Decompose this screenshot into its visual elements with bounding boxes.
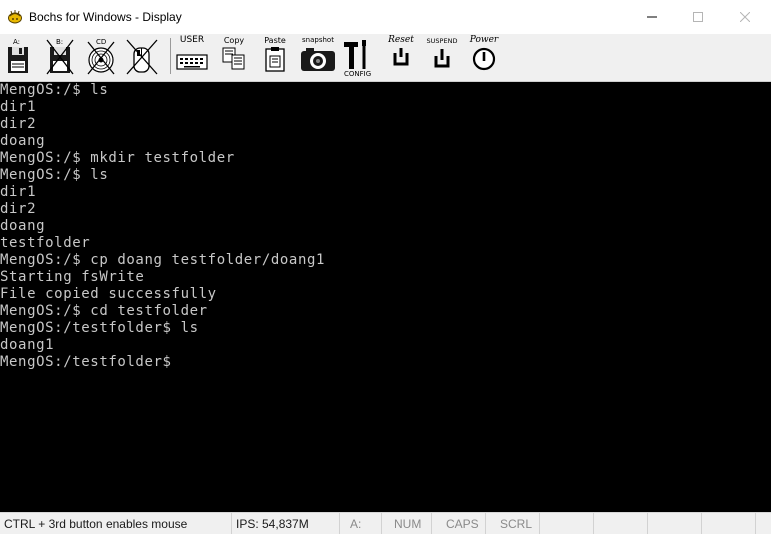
paste-label: Paste	[264, 36, 286, 45]
console-line: MengOS:/$ ls	[0, 167, 109, 183]
status-scrl: SCRL	[486, 513, 540, 534]
floppy-a-icon: A:	[8, 38, 28, 73]
maximize-button[interactable]	[675, 0, 721, 34]
console-line: doang1	[0, 337, 55, 353]
status-ips: IPS: 54,837M	[232, 513, 340, 534]
svg-text:B:: B:	[56, 38, 63, 46]
config-icon: CONFIG	[344, 40, 371, 76]
console-line: testfolder	[0, 235, 91, 251]
console-line: dir2	[0, 116, 37, 132]
status-empty-cell	[540, 513, 594, 534]
cdrom-button[interactable]: CD	[85, 36, 117, 78]
close-button[interactable]	[722, 0, 768, 34]
power-button[interactable]: Power	[466, 36, 502, 78]
config-button[interactable]: CONFIG	[342, 36, 376, 78]
console-line: MengOS:/$ cd testfolder	[0, 303, 208, 319]
paste-icon	[265, 47, 285, 72]
console-line: File copied successfully	[0, 286, 217, 302]
vga-console-display[interactable]: MengOS:/$ ls dir1 dir2 doang MengOS:/$ m…	[0, 82, 771, 512]
console-line: MengOS:/$ ls	[0, 82, 109, 98]
mouse-capture-button[interactable]	[125, 36, 159, 78]
cdrom-icon: CD	[87, 38, 115, 75]
reset-icon	[393, 48, 409, 66]
reset-button[interactable]: Reset	[384, 36, 418, 78]
toolbar-separator	[170, 38, 171, 74]
mouse-capture-icon	[126, 39, 158, 75]
status-empty-cell	[594, 513, 648, 534]
close-icon	[740, 12, 750, 22]
status-bar: CTRL + 3rd button enables mouse IPS: 54,…	[0, 512, 771, 534]
svg-text:CONFIG: CONFIG	[344, 70, 371, 76]
status-empty-cell	[648, 513, 702, 534]
svg-text:CD: CD	[96, 38, 106, 46]
console-prompt-line: MengOS:/testfolder$	[0, 354, 172, 370]
status-drive-a: A:	[340, 513, 382, 534]
maximize-icon	[693, 12, 703, 22]
snapshot-button[interactable]: snapshot	[297, 36, 339, 78]
copy-label: Copy	[223, 36, 245, 45]
console-line: dir1	[0, 99, 37, 115]
status-empty-cell	[702, 513, 756, 534]
minimize-icon	[647, 16, 657, 18]
console-line: Starting fsWrite	[0, 269, 145, 285]
console-line: MengOS:/$ cp doang testfolder/doang1	[0, 252, 326, 268]
bochs-app-icon	[8, 10, 22, 24]
console-line: doang	[0, 218, 46, 234]
copy-icon	[222, 47, 245, 70]
console-line: MengOS:/$ mkdir testfolder	[0, 150, 235, 166]
copy-button[interactable]: Copy	[218, 36, 250, 78]
toolbar: A: B: CD USER Copy Paste snapshot CONFIG…	[0, 34, 771, 82]
status-num: NUM	[382, 513, 432, 534]
status-caps: CAPS	[432, 513, 486, 534]
suspend-button[interactable]: SUSPEND	[424, 36, 460, 78]
user-label: USER	[179, 35, 205, 45]
title-bar: Bochs for Windows - Display	[0, 0, 771, 34]
snapshot-icon	[301, 48, 335, 71]
floppy-b-icon: B:	[46, 38, 74, 75]
console-line: MengOS:/testfolder$ ls	[0, 320, 199, 336]
suspend-label: SUSPEND	[426, 37, 458, 45]
user-keyboard-icon	[176, 54, 208, 70]
power-label: Power	[469, 35, 499, 45]
window-title: Bochs for Windows - Display	[29, 10, 182, 24]
console-line: doang	[0, 133, 46, 149]
user-button[interactable]: USER	[174, 36, 210, 78]
reset-label: Reset	[388, 35, 414, 45]
console-line: dir1	[0, 184, 37, 200]
power-icon	[472, 47, 496, 71]
floppy-b-button[interactable]: B:	[45, 36, 75, 78]
status-mouse-hint: CTRL + 3rd button enables mouse	[0, 513, 232, 534]
svg-text:A:: A:	[13, 38, 20, 46]
console-line: dir2	[0, 201, 37, 217]
paste-button[interactable]: Paste	[260, 36, 290, 78]
snapshot-label: snapshot	[302, 36, 334, 44]
suspend-icon	[434, 49, 450, 68]
minimize-button[interactable]	[629, 0, 675, 34]
floppy-a-button[interactable]: A:	[5, 36, 31, 78]
